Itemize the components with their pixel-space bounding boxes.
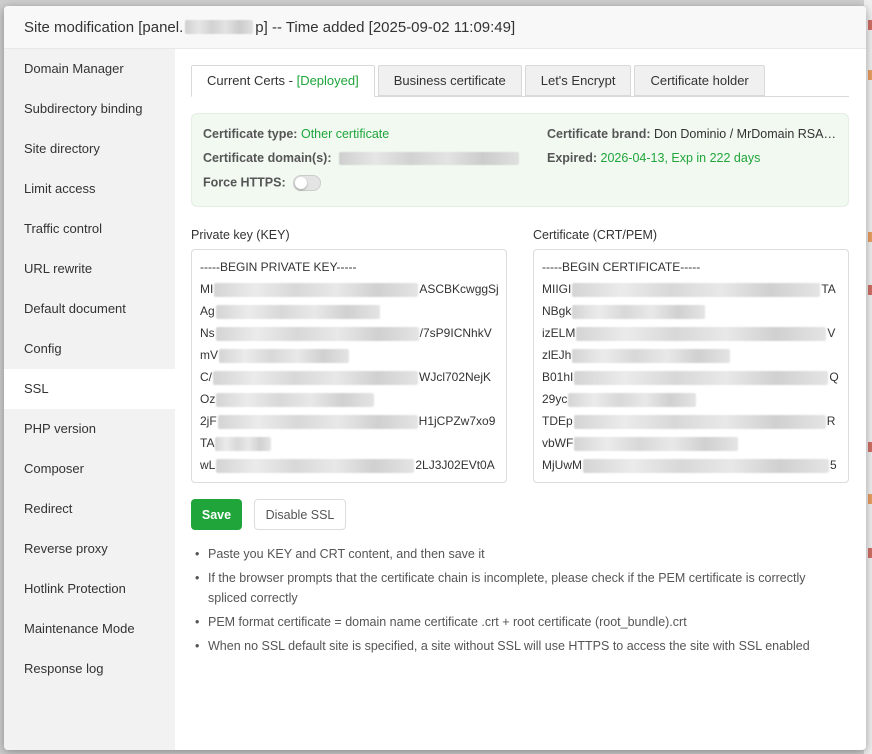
sidebar-item-ssl[interactable]: SSL [4,369,175,409]
certificate-label: Certificate (CRT/PEM) [533,228,658,242]
cert-domain-row: Certificate domain(s): [203,151,519,166]
cert-line: MIIGI TA [542,282,836,297]
private-key-textarea[interactable]: -----BEGIN PRIVATE KEY----- MI ASCBKcwggS… [191,249,507,483]
tab-current-certs[interactable]: Current Certs - [Deployed] [191,65,375,97]
ssl-tabs: Current Certs - [Deployed] Business cert… [191,65,849,97]
sidebar-item-url-rewrite[interactable]: URL rewrite [4,249,175,289]
sidebar-item-php-version[interactable]: PHP version [4,409,175,449]
save-button[interactable]: Save [191,499,242,530]
tip-item: Paste you KEY and CRT content, and then … [193,544,843,564]
tip-item: When no SSL default site is specified, a… [193,636,843,656]
sidebar-item-default-document[interactable]: Default document [4,289,175,329]
cert-brand-value: Don Dominio / MrDomain RSA… [653,127,836,141]
key-line: MI ASCBKcwggSj [200,282,499,297]
sidebar-item-maintenance-mode[interactable]: Maintenance Mode [4,609,175,649]
cert-line: B01hI Q [542,370,839,385]
sidebar-item-response-log[interactable]: Response log [4,649,175,689]
cert-expired-label: Expired: [547,151,598,165]
tab-business-certificate[interactable]: Business certificate [377,65,522,96]
certificate-textarea[interactable]: -----BEGIN CERTIFICATE----- MIIGI TA NBgk… [533,249,849,483]
sidebar-item-config[interactable]: Config [4,329,175,369]
sidebar-item-site-directory[interactable]: Site directory [4,129,175,169]
sidebar-item-hotlink-protection[interactable]: Hotlink Protection [4,569,175,609]
sidebar-item-reverse-proxy[interactable]: Reverse proxy [4,529,175,569]
cert-type-label: Certificate type: [203,127,298,141]
tip-item: PEM format certificate = domain name cer… [193,612,843,632]
background-marker [868,548,872,558]
cert-line: TDEp R [542,414,836,429]
redacted-cert-domains [338,152,519,166]
tab-lets-encrypt[interactable]: Let's Encrypt [524,65,632,96]
sidebar-item-limit-access[interactable]: Limit access [4,169,175,209]
sidebar-item-subdirectory-binding[interactable]: Subdirectory binding [4,89,175,129]
cert-brand-label: Certificate brand: [547,127,651,141]
key-line: Oz [200,388,498,410]
ssl-tips-list: Paste you KEY and CRT content, and then … [193,544,843,660]
deployed-status: [Deployed] [296,73,359,88]
key-line: Ns/7sP9ICNhkV [200,326,492,341]
key-line: TA [200,432,498,454]
key-line: -----BEGIN PRIVATE KEY----- [200,260,357,274]
sidebar-item-composer[interactable]: Composer [4,449,175,489]
certificate-info-panel: Certificate type: Other certificate Cert… [191,113,849,207]
cert-line: MjUwM 5 [542,458,837,473]
key-line: wL 2LJ3J02EVt0A [200,458,495,473]
background-marker [868,494,872,504]
cert-domain-label: Certificate domain(s): [203,151,332,165]
ssl-content: Current Certs - [Deployed] Business cert… [175,49,866,750]
cert-expired-row: Expired: 2026-04-13, Exp in 222 days [547,151,760,165]
sidebar: Domain Manager Subdirectory binding Site… [4,49,175,750]
tab-current-certs-label: Current Certs - [207,73,297,88]
redacted-domain [185,20,254,34]
dialog-header: Site modification [panel. p] -- Time add… [4,6,866,49]
dialog-title-suffix: p] -- Time added [2025-09-02 11:09:49] [255,18,516,36]
cert-line: izELM V [542,326,836,341]
tab-certificate-holder[interactable]: Certificate holder [634,65,765,96]
cert-expired-value: 2026-04-13, Exp in 222 days [600,151,761,165]
sidebar-item-domain-manager[interactable]: Domain Manager [4,49,175,89]
background-marker [868,70,872,80]
sidebar-item-redirect[interactable]: Redirect [4,489,175,529]
cert-brand-row: Certificate brand: Don Dominio / MrDomai… [547,127,836,141]
cert-type-value: Other certificate [300,127,390,141]
cert-line: -----BEGIN CERTIFICATE----- [542,260,701,274]
key-line: Ag [200,300,498,322]
private-key-label: Private key (KEY) [191,228,290,242]
cert-line: zlEJh [542,344,840,366]
key-line: C/WJcl702NejK [200,370,492,385]
force-https-toggle[interactable] [293,175,322,191]
site-modification-dialog: Site modification [panel. p] -- Time add… [4,6,866,750]
force-https-label: Force HTTPS: [203,175,286,190]
background-marker [868,232,872,242]
background-marker [868,285,872,295]
key-line: 2jF H1jCPZw7xo9 [200,414,496,429]
sidebar-item-traffic-control[interactable]: Traffic control [4,209,175,249]
cert-line: NBgk [542,300,840,322]
cert-line: 29yc [542,388,840,410]
key-line: mV [200,344,498,366]
cert-line: vbWF [542,432,840,454]
disable-ssl-button[interactable]: Disable SSL [254,499,346,530]
force-https-row: Force HTTPS: [203,175,322,191]
background-marker [868,442,872,452]
dialog-title-prefix: Site modification [panel. [24,18,184,36]
background-marker [868,20,872,30]
cert-type-row: Certificate type: Other certificate [203,127,389,141]
tip-item: If the browser prompts that the certific… [193,568,843,608]
